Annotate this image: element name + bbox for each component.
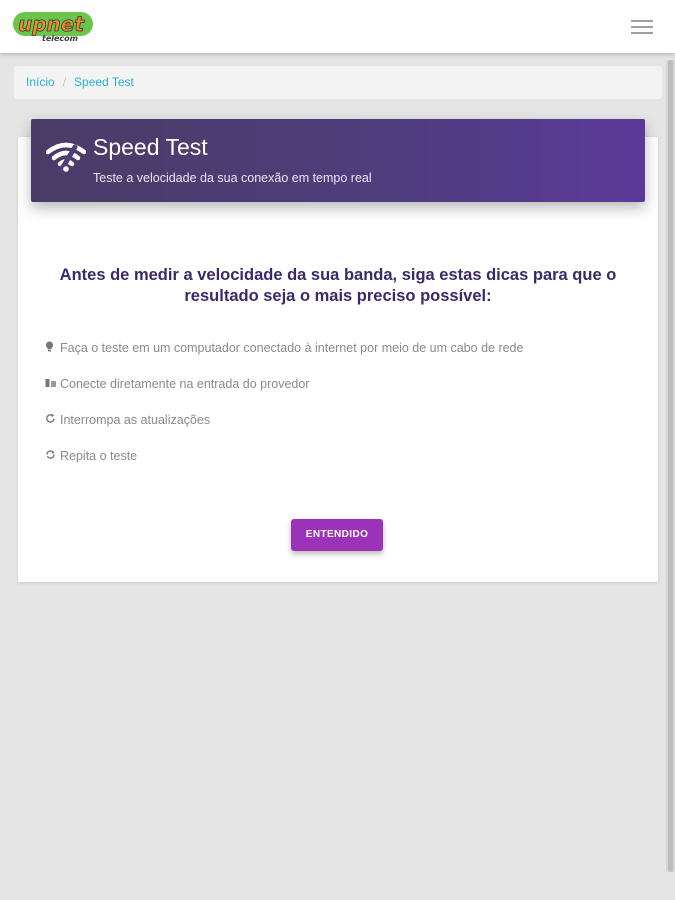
speed-test-card xyxy=(18,137,658,582)
page-title: Speed Test xyxy=(93,134,208,160)
network-icon xyxy=(45,378,57,391)
hamburger-menu-icon[interactable] xyxy=(628,16,656,38)
scrollbar-thumb[interactable] xyxy=(668,60,673,872)
card-header: Speed Test Teste a velocidade da sua con… xyxy=(31,119,645,202)
page-scrollbar[interactable] xyxy=(666,60,675,872)
wifi-icon xyxy=(45,141,87,175)
tip-text: Faça o teste em um computador conectado … xyxy=(60,341,524,355)
svg-text:telecom: telecom xyxy=(42,34,78,43)
tip-text: Conecte diretamente na entrada do proved… xyxy=(60,377,310,391)
svg-text:upnet: upnet xyxy=(18,12,85,36)
upnet-logo[interactable]: upnet telecom xyxy=(12,9,96,43)
tip-item: Faça o teste em um computador conectado … xyxy=(45,341,523,355)
tips-headline: Antes de medir a velocidade da sua banda… xyxy=(59,266,617,305)
tip-text: Repita o teste xyxy=(60,449,138,463)
breadcrumb-home-link[interactable]: Início xyxy=(26,75,55,89)
tip-item: Interrompa as atualizações xyxy=(45,413,210,427)
breadcrumb: Início / Speed Test xyxy=(14,66,662,99)
breadcrumb-separator: / xyxy=(62,75,67,89)
tip-item: Conecte diretamente na entrada do proved… xyxy=(45,377,309,391)
repeat-icon xyxy=(45,449,57,463)
entendido-button[interactable]: ENTENDIDO xyxy=(291,519,383,551)
page-subtitle: Teste a velocidade da sua conexão em tem… xyxy=(93,171,372,185)
tip-item: Repita o teste xyxy=(45,449,137,463)
lightbulb-icon xyxy=(45,341,57,355)
tip-text: Interrompa as atualizações xyxy=(60,413,211,427)
top-navbar: upnet telecom xyxy=(0,0,675,53)
refresh-icon xyxy=(45,413,57,427)
breadcrumb-current[interactable]: Speed Test xyxy=(74,75,134,89)
